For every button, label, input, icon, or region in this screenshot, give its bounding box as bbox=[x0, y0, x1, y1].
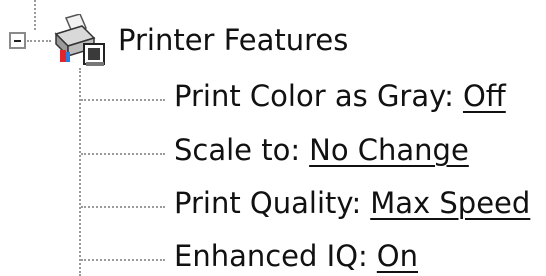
setting-value-link[interactable]: No Change bbox=[309, 133, 469, 167]
tree-guide-line-item bbox=[81, 206, 165, 208]
collapse-toggle-button[interactable] bbox=[9, 32, 26, 49]
tree-root-label[interactable]: Printer Features bbox=[118, 20, 348, 60]
tree-item-scale-to[interactable]: Scale to: No Change bbox=[174, 130, 469, 170]
printer-icon bbox=[52, 13, 108, 70]
setting-label: Enhanced IQ: bbox=[174, 239, 368, 273]
tree-guide-line-top bbox=[34, 0, 36, 30]
tree-item-print-color-as-gray[interactable]: Print Color as Gray: Off bbox=[174, 76, 506, 116]
setting-label: Print Color as Gray: bbox=[174, 79, 454, 113]
tree-guide-line-item bbox=[81, 99, 165, 101]
tree-guide-line-item bbox=[81, 259, 165, 261]
minus-icon bbox=[14, 40, 21, 42]
setting-label: Scale to: bbox=[174, 133, 301, 167]
setting-value-link[interactable]: Max Speed bbox=[370, 186, 530, 220]
tree-item-enhanced-iq[interactable]: Enhanced IQ: On bbox=[174, 236, 418, 276]
tree-item-print-quality[interactable]: Print Quality: Max Speed bbox=[174, 183, 530, 223]
printer-features-tree: Printer Features Print Color as Gray: Off… bbox=[0, 0, 546, 276]
setting-value-link[interactable]: Off bbox=[463, 79, 506, 113]
tree-guide-line-root bbox=[27, 40, 51, 42]
setting-label: Print Quality: bbox=[174, 186, 362, 220]
setting-value-link[interactable]: On bbox=[377, 239, 418, 273]
tree-guide-line-item bbox=[81, 153, 165, 155]
